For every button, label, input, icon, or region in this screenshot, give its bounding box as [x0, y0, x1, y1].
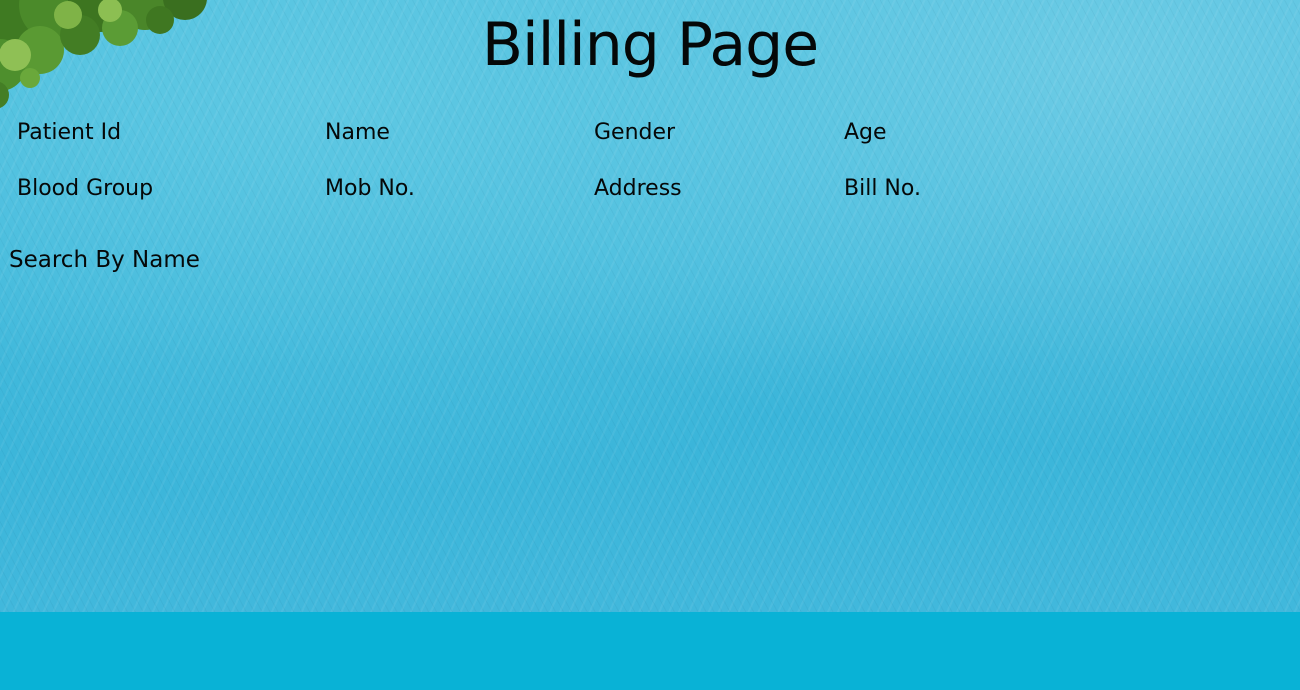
- bill-number-label: Bill No.: [844, 176, 921, 201]
- page-title: Billing Page: [481, 10, 819, 80]
- age-label: Age: [844, 120, 887, 145]
- mobile-number-label: Mob No.: [325, 176, 415, 201]
- billing-page: Billing Page Patient Id Name Gender Age …: [0, 0, 1300, 690]
- blood-group-label: Blood Group: [17, 176, 154, 201]
- footer-bar: [0, 612, 1300, 690]
- patient-id-label: Patient Id: [17, 120, 122, 145]
- address-label: Address: [594, 176, 682, 201]
- name-label: Name: [325, 120, 390, 145]
- search-by-name-label: Search By Name: [9, 247, 200, 273]
- gender-label: Gender: [594, 120, 676, 145]
